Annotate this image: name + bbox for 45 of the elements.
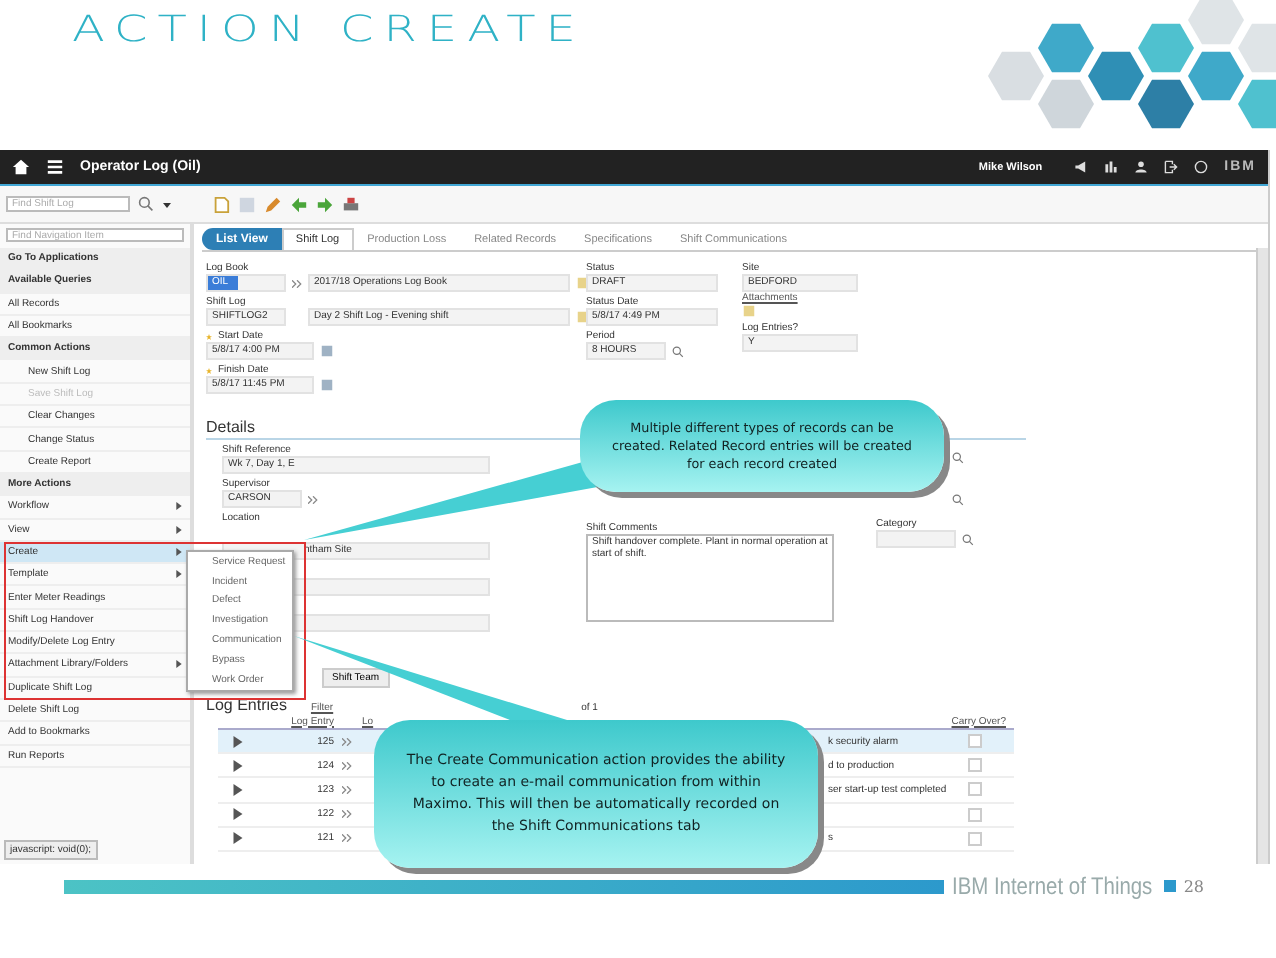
calendar-icon[interactable] bbox=[320, 378, 334, 392]
chevron-icon[interactable] bbox=[342, 785, 352, 794]
help-icon[interactable] bbox=[1194, 160, 1209, 174]
submenu-arrow-icon bbox=[176, 547, 182, 556]
slide-title: ACTION CREATE bbox=[72, 8, 586, 50]
search-icon[interactable] bbox=[952, 494, 964, 506]
search-icon[interactable] bbox=[962, 533, 974, 545]
bullet-icon bbox=[1163, 880, 1176, 892]
sign-out-icon[interactable] bbox=[1164, 160, 1179, 174]
menu-icon[interactable] bbox=[46, 158, 64, 176]
caret-icon[interactable] bbox=[162, 199, 172, 209]
checkbox[interactable] bbox=[968, 758, 982, 773]
chevron-icon[interactable] bbox=[342, 737, 352, 746]
person-icon[interactable] bbox=[1134, 160, 1149, 174]
printer-icon[interactable] bbox=[342, 195, 360, 213]
checkbox[interactable] bbox=[968, 831, 982, 846]
calendar-icon[interactable] bbox=[320, 344, 334, 358]
search-icon[interactable] bbox=[952, 452, 964, 464]
back-arrow-icon[interactable] bbox=[290, 195, 308, 213]
checkbox[interactable] bbox=[968, 782, 982, 797]
page-number: 28 bbox=[1183, 877, 1205, 895]
megaphone-icon[interactable] bbox=[1074, 160, 1089, 174]
chevron-icon[interactable] bbox=[308, 495, 318, 503]
submenu-arrow-icon bbox=[176, 570, 182, 579]
chart-icon[interactable] bbox=[1104, 160, 1119, 174]
chevron-icon[interactable] bbox=[342, 834, 352, 843]
footer-text: IBM Internet of Things bbox=[952, 872, 1153, 900]
search-icon[interactable] bbox=[138, 196, 154, 212]
chevron-icon[interactable] bbox=[342, 810, 352, 819]
chevron-icon[interactable] bbox=[342, 761, 352, 770]
home-icon[interactable] bbox=[12, 158, 30, 176]
input-field[interactable] bbox=[876, 530, 956, 548]
checkbox[interactable] bbox=[968, 734, 982, 749]
new-document-icon[interactable] bbox=[212, 195, 230, 213]
submenu-arrow-icon bbox=[176, 660, 182, 669]
checkbox[interactable] bbox=[968, 807, 982, 822]
chevron-icon[interactable] bbox=[292, 279, 302, 287]
forward-arrow-icon[interactable] bbox=[316, 195, 334, 213]
required-star-icon bbox=[206, 333, 212, 339]
search-icon[interactable] bbox=[672, 345, 684, 357]
pencil-icon[interactable] bbox=[264, 195, 282, 213]
submenu-arrow-icon bbox=[176, 502, 182, 511]
submenu-arrow-icon bbox=[176, 525, 182, 534]
required-star-icon bbox=[206, 367, 212, 373]
scrollbar[interactable] bbox=[1256, 248, 1268, 864]
